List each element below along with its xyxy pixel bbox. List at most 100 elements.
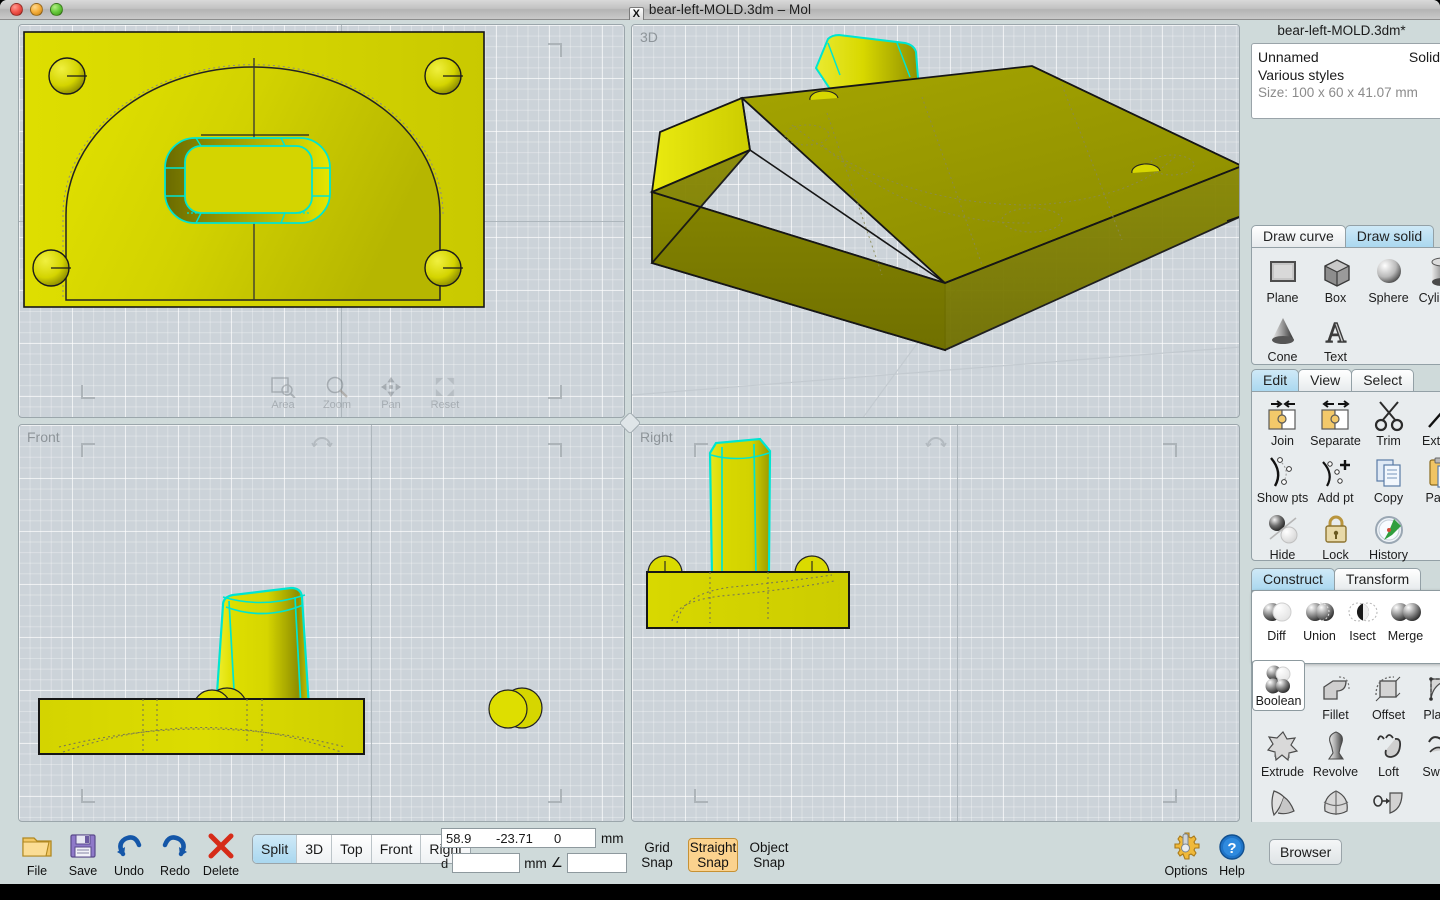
cylinder-icon: [1415, 256, 1440, 290]
tool-boolean-diff[interactable]: Diff: [1255, 594, 1298, 643]
help-button[interactable]: ? Help: [1209, 830, 1255, 878]
tab-draw-solid[interactable]: Draw solid: [1345, 225, 1434, 248]
model-render-front: [19, 425, 625, 822]
tool-cylinder-label: Cylinder: [1419, 291, 1440, 305]
tool-boolean-union[interactable]: Union: [1298, 594, 1341, 643]
tool-history[interactable]: History: [1362, 509, 1415, 562]
view-seg-front[interactable]: Front: [372, 835, 422, 863]
redo-button[interactable]: Redo: [152, 830, 198, 878]
tool-box[interactable]: Box: [1309, 252, 1362, 305]
angle-input[interactable]: [567, 853, 627, 873]
coordinate-input[interactable]: 58.9 -23.71 0: [441, 828, 596, 848]
viewport-nav-buttons[interactable]: Area Zoom Pan Reset: [264, 376, 464, 411]
object-snap-toggle[interactable]: Object Snap: [744, 840, 794, 870]
options-button[interactable]: Options: [1163, 830, 1209, 878]
tool-sphere[interactable]: Sphere: [1362, 252, 1415, 305]
boolean-union-icon: [1298, 598, 1341, 628]
tool-offset-label: Offset: [1372, 708, 1405, 722]
tool-fillet[interactable]: Fillet: [1309, 669, 1362, 722]
view-seg-split[interactable]: Split: [253, 835, 297, 863]
tool-add-pt[interactable]: Add pt: [1309, 452, 1362, 505]
viewport-nav-area[interactable]: Area: [264, 376, 302, 411]
tool-boolean[interactable]: Boolean: [1252, 660, 1305, 711]
tool-copy[interactable]: Copy: [1362, 452, 1415, 505]
grid-snap-line2: Snap: [632, 855, 682, 870]
tool-trim[interactable]: Trim: [1362, 395, 1415, 448]
tool-boolean-merge[interactable]: Merge: [1384, 594, 1427, 643]
viewport-nav-zoom[interactable]: Zoom: [318, 376, 356, 411]
tool-text-label: Text: [1324, 350, 1347, 364]
undo-button[interactable]: Undo: [106, 830, 152, 878]
viewport-right[interactable]: Right: [631, 424, 1240, 822]
object-info-box: Unnamed Solid Various styles Size: 100 x…: [1251, 43, 1440, 119]
application-window: Xbear-left-MOLD.3dm – Mol Top: [0, 0, 1440, 884]
edit-tabstrip[interactable]: Edit View Select: [1251, 369, 1413, 392]
tool-sweep-label: Sweep: [1422, 765, 1440, 779]
tool-extend-label: Extend: [1422, 434, 1440, 448]
tab-construct[interactable]: Construct: [1251, 568, 1335, 591]
tool-cone[interactable]: Cone: [1256, 311, 1309, 364]
tool-offset[interactable]: Offset: [1362, 669, 1415, 722]
tool-revolve[interactable]: Revolve: [1309, 726, 1362, 779]
tab-transform[interactable]: Transform: [1334, 568, 1421, 591]
save-button[interactable]: Save: [60, 830, 106, 878]
revolve-icon: [1309, 730, 1362, 764]
draw-tabstrip[interactable]: Draw curve Draw solid: [1251, 225, 1433, 248]
tool-lock[interactable]: Lock: [1309, 509, 1362, 562]
extend-icon: [1415, 399, 1440, 433]
viewport-top[interactable]: Top: [18, 24, 625, 418]
viewport-nav-pan[interactable]: Pan: [372, 376, 410, 411]
tab-select[interactable]: Select: [1351, 369, 1414, 392]
boolean-flyout[interactable]: Diff Union Isect Merge: [1251, 590, 1440, 664]
straight-snap-toggle[interactable]: Straight Snap: [688, 838, 738, 872]
pan-arrows-icon: [372, 376, 410, 398]
tool-hide[interactable]: Hide: [1256, 509, 1309, 562]
tool-text[interactable]: A Text: [1309, 311, 1362, 364]
tab-edit[interactable]: Edit: [1251, 369, 1299, 392]
boolean-diff-icon: [1255, 598, 1298, 628]
bottom-right-group[interactable]: Options ? Help Browser: [1163, 830, 1342, 878]
tool-join-label: Join: [1271, 434, 1294, 448]
curve-icon: [1362, 787, 1415, 821]
tab-draw-curve[interactable]: Draw curve: [1251, 225, 1346, 248]
tab-view[interactable]: View: [1298, 369, 1352, 392]
viewport-front[interactable]: Front: [18, 424, 625, 822]
view-seg-3d[interactable]: 3D: [297, 835, 332, 863]
coord-y-value: -23.71: [496, 831, 554, 846]
tool-extend[interactable]: Extend: [1415, 395, 1440, 448]
viewport-3d[interactable]: 3D: [631, 24, 1240, 418]
view-segment-group[interactable]: Split 3D Top Front Right: [252, 834, 471, 864]
separate-icon: [1309, 399, 1362, 433]
construct-tabstrip[interactable]: Construct Transform: [1251, 568, 1420, 591]
area-zoom-icon: [264, 376, 302, 398]
model-render-right: [632, 425, 1240, 822]
paste-icon: [1415, 456, 1440, 490]
tool-cylinder[interactable]: Cylinder: [1415, 252, 1440, 305]
tool-join[interactable]: Join: [1256, 395, 1309, 448]
distance-input[interactable]: [452, 853, 520, 873]
tool-boolean-isect[interactable]: Isect: [1341, 594, 1384, 643]
tool-history-label: History: [1369, 548, 1408, 562]
grid-snap-toggle[interactable]: Grid Snap: [632, 840, 682, 870]
tool-extrude[interactable]: Extrude: [1256, 726, 1309, 779]
tool-sweep[interactable]: Sweep: [1415, 726, 1440, 779]
tool-boolean-union-label: Union: [1303, 629, 1336, 643]
text-a-icon: A: [1309, 315, 1362, 349]
save-button-label: Save: [69, 864, 98, 878]
tool-separate-label: Separate: [1310, 434, 1361, 448]
tool-paste[interactable]: Paste: [1415, 452, 1440, 505]
tool-planar[interactable]: Planar: [1415, 669, 1440, 722]
tool-show-pts[interactable]: Show pts: [1256, 452, 1309, 505]
snap-group[interactable]: Grid Snap Straight Snap Object Snap: [632, 838, 794, 872]
delete-button[interactable]: Delete: [198, 830, 244, 878]
tool-loft[interactable]: Loft: [1362, 726, 1415, 779]
join-icon: [1256, 399, 1309, 433]
tool-plane[interactable]: Plane: [1256, 252, 1309, 305]
tool-separate[interactable]: Separate: [1309, 395, 1362, 448]
viewport-nav-reset[interactable]: Reset: [426, 376, 464, 411]
distance-prefix-label: d: [441, 856, 448, 871]
view-seg-top[interactable]: Top: [332, 835, 372, 863]
browser-button[interactable]: Browser: [1269, 839, 1342, 865]
file-button[interactable]: File: [14, 830, 60, 878]
file-button-group[interactable]: File Save Undo Redo Delete: [14, 830, 471, 878]
